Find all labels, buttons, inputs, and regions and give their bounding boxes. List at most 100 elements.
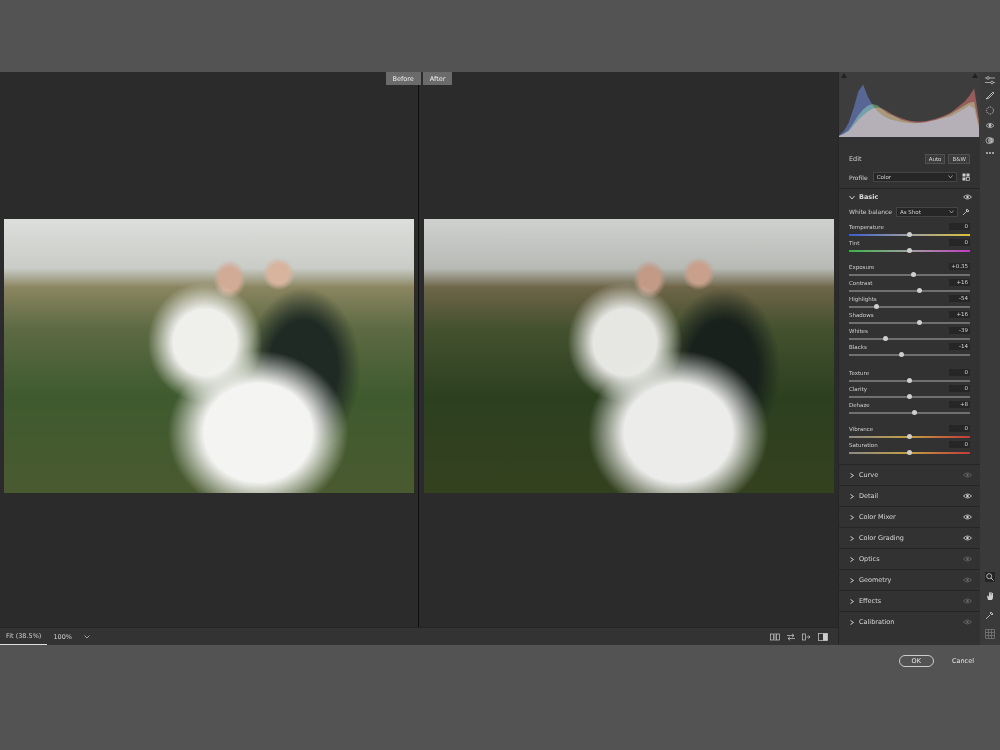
slider-thumb[interactable] bbox=[907, 394, 912, 399]
slider-value[interactable]: +16 bbox=[949, 311, 970, 318]
white-balance-dropdown[interactable]: As Shot bbox=[896, 207, 958, 217]
split-divider[interactable] bbox=[418, 85, 419, 627]
panel-section[interactable]: Detail bbox=[839, 485, 980, 506]
color-sampler-icon[interactable] bbox=[985, 610, 995, 620]
panel-section[interactable]: Calibration bbox=[839, 611, 980, 632]
slider-value[interactable]: -54 bbox=[949, 295, 970, 302]
eye-icon[interactable] bbox=[963, 577, 972, 583]
eye-icon[interactable] bbox=[963, 556, 972, 562]
slider-thumb[interactable] bbox=[917, 288, 922, 293]
highlight-clipping-toggle[interactable] bbox=[972, 73, 978, 78]
clipping-warning-icon[interactable] bbox=[972, 73, 978, 78]
panel-section[interactable]: Color Mixer bbox=[839, 506, 980, 527]
clipping-warning-icon[interactable] bbox=[841, 73, 847, 78]
panel-section[interactable]: Color Grading bbox=[839, 527, 980, 548]
slider-value[interactable]: -14 bbox=[949, 343, 970, 350]
slider-track[interactable] bbox=[849, 396, 970, 398]
heal-icon[interactable] bbox=[985, 106, 995, 115]
preview-panes bbox=[0, 85, 838, 627]
panel-section[interactable]: Effects bbox=[839, 590, 980, 611]
slider-value[interactable]: 0 bbox=[949, 441, 970, 448]
sliders-icon[interactable] bbox=[985, 76, 995, 85]
cancel-button[interactable]: Cancel bbox=[948, 655, 978, 667]
slider-thumb[interactable] bbox=[907, 232, 912, 237]
slider-thumb[interactable] bbox=[907, 378, 912, 383]
edit-button[interactable]: Auto bbox=[925, 154, 946, 164]
shadow-clipping-toggle[interactable] bbox=[841, 73, 847, 78]
redeye-icon[interactable] bbox=[985, 121, 995, 130]
slider-track[interactable] bbox=[849, 436, 970, 438]
slider-value[interactable]: +0.35 bbox=[949, 263, 970, 270]
before-after-icon[interactable] bbox=[818, 633, 828, 641]
slider-track[interactable] bbox=[849, 290, 970, 292]
eye-icon[interactable] bbox=[963, 598, 972, 604]
hand-icon[interactable] bbox=[985, 591, 995, 601]
slider-thumb[interactable] bbox=[917, 320, 922, 325]
zoom-option[interactable]: Fit (38.5%) bbox=[0, 628, 47, 645]
slider-value[interactable]: 0 bbox=[949, 239, 970, 246]
copy-settings-icon[interactable] bbox=[802, 633, 812, 641]
panel-section[interactable]: Geometry bbox=[839, 569, 980, 590]
chevron-right-icon[interactable] bbox=[849, 599, 855, 604]
slider-track[interactable] bbox=[849, 322, 970, 324]
slider-value[interactable]: 0 bbox=[949, 223, 970, 230]
eye-icon[interactable] bbox=[963, 194, 972, 200]
slider-track[interactable] bbox=[849, 274, 970, 276]
eye-icon[interactable] bbox=[963, 493, 972, 499]
slider-thumb[interactable] bbox=[911, 272, 916, 277]
slider-track[interactable] bbox=[849, 234, 970, 236]
more-icon[interactable] bbox=[985, 151, 995, 155]
slider-thumb[interactable] bbox=[899, 352, 904, 357]
chevron-right-icon[interactable] bbox=[849, 557, 855, 562]
histogram-chart bbox=[839, 72, 979, 137]
slider-thumb[interactable] bbox=[874, 304, 879, 309]
chevron-right-icon[interactable] bbox=[849, 515, 855, 520]
slider-value[interactable]: +8 bbox=[949, 401, 970, 408]
chevron-right-icon[interactable] bbox=[849, 494, 855, 499]
slider-value[interactable]: 0 bbox=[949, 425, 970, 432]
ok-button[interactable]: OK bbox=[899, 655, 934, 667]
chevron-right-icon[interactable] bbox=[849, 536, 855, 541]
slider-track[interactable] bbox=[849, 412, 970, 414]
zoom-option[interactable]: 100% bbox=[47, 628, 78, 645]
edit-button[interactable]: B&W bbox=[948, 154, 970, 164]
chevron-down-icon[interactable] bbox=[849, 195, 855, 200]
chevron-right-icon[interactable] bbox=[849, 578, 855, 583]
panel-section[interactable]: Curve bbox=[839, 464, 980, 485]
eyedropper-icon[interactable] bbox=[962, 208, 970, 216]
profile-dropdown[interactable]: Color bbox=[873, 172, 957, 182]
slider-track[interactable] bbox=[849, 250, 970, 252]
slider-header: Blacks-14 bbox=[849, 342, 970, 351]
zoom-icon[interactable] bbox=[985, 572, 995, 582]
chevron-right-icon[interactable] bbox=[849, 473, 855, 478]
brush-icon[interactable] bbox=[985, 91, 995, 100]
slider-thumb[interactable] bbox=[907, 434, 912, 439]
split-view-icon[interactable] bbox=[770, 633, 780, 641]
zoom-menu[interactable] bbox=[78, 628, 96, 645]
chevron-right-icon[interactable] bbox=[849, 620, 855, 625]
basic-header[interactable]: Basic bbox=[839, 189, 980, 205]
eye-icon[interactable] bbox=[963, 514, 972, 520]
slider-thumb[interactable] bbox=[907, 248, 912, 253]
slider-track[interactable] bbox=[849, 354, 970, 356]
chevron-down-icon[interactable] bbox=[84, 635, 90, 639]
grid-icon[interactable] bbox=[985, 629, 995, 639]
slider-thumb[interactable] bbox=[883, 336, 888, 341]
slider-value[interactable]: +16 bbox=[949, 279, 970, 286]
eye-icon[interactable] bbox=[963, 619, 972, 625]
slider-thumb[interactable] bbox=[907, 450, 912, 455]
profile-browser-icon[interactable] bbox=[962, 173, 970, 181]
presets-icon[interactable] bbox=[985, 136, 995, 145]
slider-track[interactable] bbox=[849, 380, 970, 382]
slider-value[interactable]: 0 bbox=[949, 385, 970, 392]
eye-icon[interactable] bbox=[963, 535, 972, 541]
slider-track[interactable] bbox=[849, 306, 970, 308]
slider-thumb[interactable] bbox=[912, 410, 917, 415]
slider-value[interactable]: -39 bbox=[949, 327, 970, 334]
slider-value[interactable]: 0 bbox=[949, 369, 970, 376]
slider-track[interactable] bbox=[849, 338, 970, 340]
slider-track[interactable] bbox=[849, 452, 970, 454]
panel-section[interactable]: Optics bbox=[839, 548, 980, 569]
eye-icon[interactable] bbox=[963, 472, 972, 478]
swap-icon[interactable] bbox=[786, 633, 796, 641]
